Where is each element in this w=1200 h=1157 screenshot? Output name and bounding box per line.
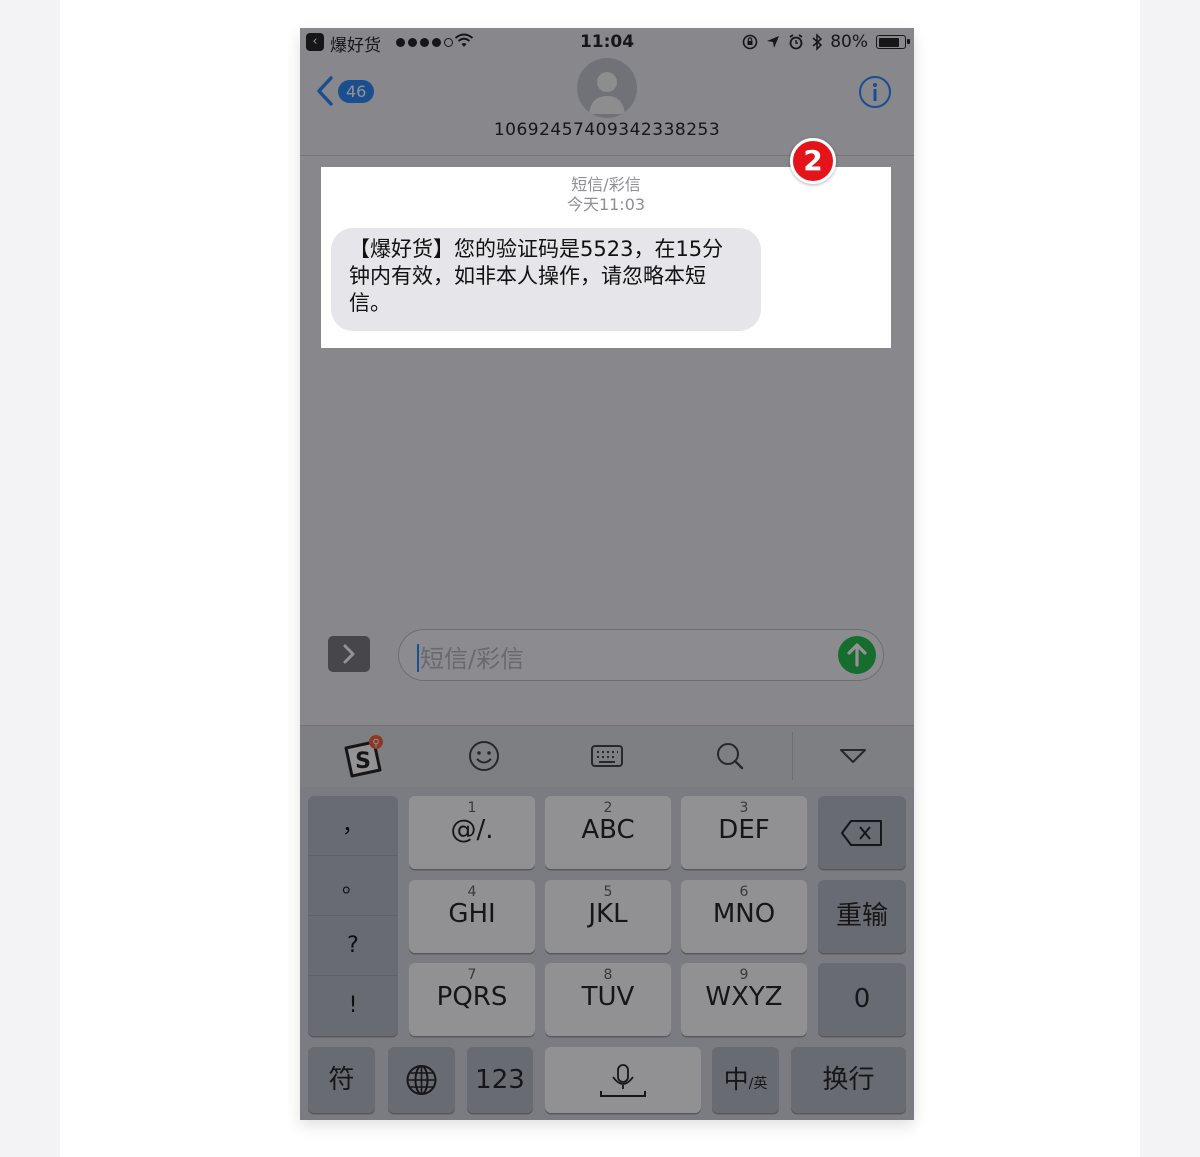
key-label: @/.: [450, 815, 494, 845]
punctuation-period[interactable]: 。: [308, 856, 398, 916]
microphone-icon: [600, 1064, 646, 1097]
message-timestamp: 今天11:03: [566, 195, 646, 214]
key-number: 9: [739, 967, 749, 983]
globe-key[interactable]: [388, 1047, 455, 1113]
space-key[interactable]: [545, 1047, 701, 1113]
key-3[interactable]: 3 DEF: [681, 796, 807, 869]
key-2[interactable]: 2 ABC: [545, 796, 671, 869]
svg-text:⚲: ⚲: [372, 738, 379, 749]
key-1[interactable]: 1 @/.: [409, 796, 535, 869]
punctuation-exclamation[interactable]: !: [308, 976, 398, 1036]
language-sub: /英: [748, 1076, 768, 1092]
emoji-icon[interactable]: [462, 734, 506, 778]
key-label: TUV: [581, 982, 635, 1012]
return-key[interactable]: 换行: [791, 1047, 906, 1113]
key-9[interactable]: 9 WXYZ: [681, 963, 807, 1036]
delete-key[interactable]: [818, 796, 906, 869]
person-silhouette-icon: [589, 72, 625, 114]
contact-avatar[interactable]: [577, 58, 637, 118]
search-icon[interactable]: [708, 734, 752, 778]
key-number: 7: [467, 967, 477, 983]
key-number: 5: [603, 884, 613, 900]
symbols-key[interactable]: 符: [308, 1047, 375, 1113]
bluetooth-icon: [812, 33, 823, 51]
status-bar: ‹ 爆好货 11:04 80%: [300, 28, 914, 58]
keyboard-icon[interactable]: [585, 734, 629, 778]
globe-icon: [406, 1065, 437, 1095]
back-button[interactable]: 46: [316, 76, 375, 106]
key-6[interactable]: 6 MNO: [681, 880, 807, 953]
key-number: 3: [739, 800, 749, 816]
key-number: 4: [467, 884, 477, 900]
zero-key[interactable]: 0: [818, 963, 906, 1036]
key-number: 2: [603, 800, 613, 816]
battery-percent: 80%: [830, 32, 868, 52]
toolbar-divider: [792, 732, 793, 780]
language-main: 中: [723, 1065, 749, 1094]
key-4[interactable]: 4 GHI: [409, 880, 535, 953]
rotation-lock-icon: [742, 34, 758, 50]
message-input[interactable]: 短信/彩信: [398, 629, 884, 681]
svg-text:S: S: [355, 749, 371, 774]
retype-key[interactable]: 重输: [818, 880, 906, 953]
info-icon[interactable]: [858, 75, 892, 109]
key-label: DEF: [718, 815, 770, 845]
collapse-icon[interactable]: [831, 734, 875, 778]
key-label: MNO: [712, 899, 776, 929]
key-label: GHI: [448, 899, 496, 929]
key-label: ABC: [581, 815, 635, 845]
status-right-icons: 80%: [742, 32, 910, 52]
numbers-key[interactable]: 123: [467, 1047, 533, 1113]
location-icon: [767, 36, 780, 48]
send-button[interactable]: [838, 636, 876, 674]
alarm-icon: [789, 34, 803, 50]
key-number: 6: [739, 884, 749, 900]
punctuation-comma[interactable]: ，: [308, 796, 398, 856]
message-input-bar: 短信/彩信: [300, 618, 914, 688]
language-switch-key[interactable]: 中/英: [712, 1047, 779, 1113]
key-label: PQRS: [436, 982, 508, 1012]
arrow-up-icon: [847, 643, 867, 667]
message-input-placeholder: 短信/彩信: [420, 645, 525, 673]
key-label: WXYZ: [705, 982, 783, 1012]
sogou-icon[interactable]: S ⚲: [340, 734, 384, 778]
punctuation-column[interactable]: ， 。 ? !: [308, 796, 398, 1036]
chevron-left-icon: [317, 76, 333, 106]
unread-count-badge: 46: [338, 79, 375, 103]
key-7[interactable]: 7 PQRS: [409, 963, 535, 1036]
chevron-right-icon: [343, 644, 355, 664]
step-marker: 2: [790, 138, 836, 184]
punctuation-question[interactable]: ?: [308, 916, 398, 976]
key-8[interactable]: 8 TUV: [545, 963, 671, 1036]
incoming-message-bubble[interactable]: 【爆好货】您的验证码是5523，在15分钟内有效，如非本人操作，请忽略本短信。: [331, 228, 761, 331]
contact-number[interactable]: 10692457409342338253: [300, 120, 914, 140]
phone-screen: ‹ 爆好货 11:04 80% 46 10692457409342338253 …: [300, 28, 914, 1120]
highlighted-message-area: 短信/彩信 今天11:03 【爆好货】您的验证码是5523，在15分钟内有效，如…: [321, 167, 891, 348]
keyboard-toolbar: S ⚲: [300, 725, 914, 787]
key-number: 1: [467, 800, 477, 816]
expand-apps-button[interactable]: [328, 636, 370, 672]
nine-key-keyboard: ， 。 ? ! 1 @/. 2 ABC 3 DEF 4 GHI 5 JKL 6 MNO 重输…: [300, 787, 914, 1120]
text-caret: [417, 644, 419, 672]
key-5[interactable]: 5 JKL: [545, 880, 671, 953]
key-number: 8: [603, 967, 613, 983]
key-label: JKL: [588, 899, 628, 929]
backspace-icon: [841, 820, 882, 846]
battery-icon: [876, 35, 910, 49]
